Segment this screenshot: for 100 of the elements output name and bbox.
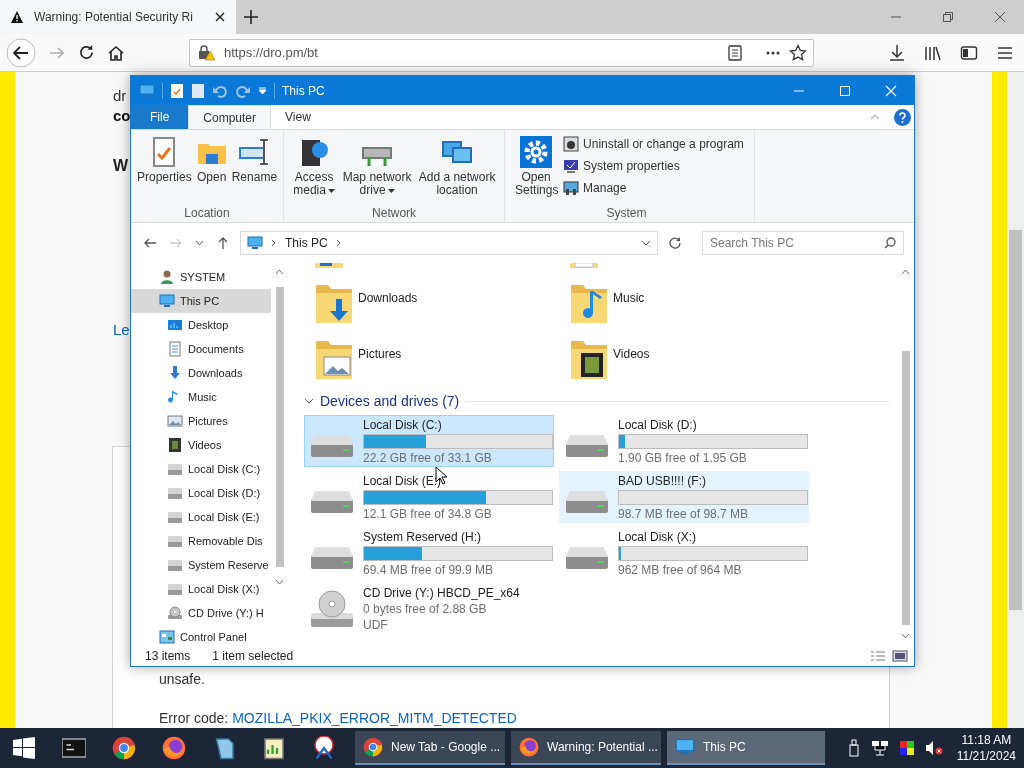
chevron-icon	[271, 239, 277, 247]
settings-icon	[520, 136, 553, 168]
large-icons-view-icon[interactable]	[892, 649, 908, 662]
folder-item[interactable]: Music	[559, 281, 814, 331]
color-display-icon[interactable]	[898, 740, 915, 756]
nav-item[interactable]: Local Disk (E:)	[131, 505, 271, 529]
ribbon-tab[interactable]: View	[271, 105, 325, 129]
sidebar-icon[interactable]	[960, 43, 978, 62]
restore-icon[interactable]	[942, 11, 954, 23]
document-icon	[167, 341, 183, 357]
muted-speaker-icon[interactable]	[924, 740, 943, 756]
ribbon-link-button[interactable]: Uninstall or change a program	[563, 136, 744, 152]
ribbon-button[interactable]: Rename	[229, 134, 280, 186]
properties-icon[interactable]	[170, 82, 184, 99]
network-icon[interactable]	[870, 740, 889, 756]
nav-item[interactable]: Removable Dis	[131, 529, 271, 553]
download-icon[interactable]	[888, 43, 906, 62]
page-text: dr	[113, 86, 127, 106]
nav-item[interactable]: Local Disk (D:)	[131, 481, 271, 505]
ribbon-button[interactable]: Add a network location	[414, 134, 501, 199]
nav-item[interactable]: Videos	[131, 433, 271, 457]
drive-tile[interactable]: BAD USB!!!! (F:) 98.7 MB free of 98.7 MB	[559, 471, 809, 523]
scrollbar-thumb[interactable]	[275, 287, 284, 567]
close-tab-icon[interactable]	[214, 11, 226, 23]
taskbar-app-button[interactable]: New Tab - Google ...	[355, 731, 505, 765]
ribbon-button[interactable]: Properties	[135, 134, 194, 186]
taskbar-app-button[interactable]: Warning: Potential ...	[511, 731, 661, 765]
breadcrumb[interactable]: This PC	[285, 236, 328, 250]
nav-item[interactable]: SYSTEM	[131, 265, 271, 289]
ribbon-button[interactable]: Open	[193, 134, 230, 186]
page-link[interactable]: Le	[113, 320, 130, 340]
dropdown-caret-icon[interactable]	[641, 240, 651, 246]
ribbon-link-button[interactable]: System properties	[563, 158, 744, 174]
ribbon-group-label: Network	[372, 206, 417, 220]
scroll-down-icon[interactable]	[275, 579, 284, 585]
bookmark-star-icon[interactable]	[789, 43, 807, 62]
scroll-up-icon[interactable]	[275, 269, 284, 275]
file-tab[interactable]: File	[131, 105, 189, 129]
nav-item[interactable]: Documents	[131, 337, 271, 361]
back-icon[interactable]	[143, 236, 157, 250]
folder-item[interactable]: Pictures	[304, 337, 559, 387]
nav-item[interactable]: CD Drive (Y:) H	[131, 601, 271, 625]
nav-item[interactable]: Downloads	[131, 361, 271, 385]
ribbon-button[interactable]: Open Settings	[509, 134, 560, 199]
nav-item[interactable]: System Reserve	[131, 553, 271, 577]
refresh-icon[interactable]	[668, 236, 682, 250]
ribbon-link-button[interactable]: Manage	[563, 180, 744, 196]
folder-edge-icon	[314, 263, 344, 271]
ribbon-button[interactable]: Access media	[288, 134, 341, 199]
nav-item[interactable]: Pictures	[131, 409, 271, 433]
page-text: co	[113, 106, 131, 126]
url-text: https://dro.pm/bt	[224, 45, 319, 60]
maximize-icon[interactable]	[839, 84, 851, 97]
computer-icon	[159, 293, 175, 309]
reload-icon[interactable]	[78, 44, 95, 61]
address-bar[interactable]: This PC	[240, 231, 658, 255]
scrollbar-thumb[interactable]	[901, 351, 910, 625]
ribbon-tab[interactable]: Computer	[188, 105, 272, 129]
folder-item[interactable]: Downloads	[304, 281, 559, 331]
taskbar-app-button[interactable]: This PC	[667, 731, 825, 765]
drive-tile[interactable]: CD Drive (Y:) HBCD_PE_x64 0 bytes free of 2.88 GB UDF	[304, 583, 554, 635]
drive-tile[interactable]: Local Disk (D:) 1.90 GB free of 1.95 GB	[559, 415, 809, 467]
address-field[interactable]: https://dro.pm/bt	[189, 38, 814, 67]
page-scrollbar[interactable]	[1007, 72, 1024, 728]
nav-item[interactable]: Music	[131, 385, 271, 409]
drive-icon	[167, 557, 183, 573]
drive-tile[interactable]: System Reserved (H:) 69.4 MB free of 99.9 MB	[304, 527, 554, 579]
search-field[interactable]: Search This PC	[702, 231, 904, 255]
ribbon-group-label: Location	[184, 206, 230, 220]
new-folder-icon[interactable]	[191, 82, 205, 99]
scroll-up-icon[interactable]	[901, 269, 910, 275]
customize-caret-icon[interactable]	[258, 86, 267, 95]
scrollbar-thumb[interactable]	[1009, 230, 1022, 610]
drive-tile[interactable]: Local Disk (X:) 962 MB free of 964 MB	[559, 527, 809, 579]
usb-icon[interactable]	[846, 739, 861, 757]
clock[interactable]: 11:18 AM 11/21/2024	[956, 732, 1016, 764]
section-header[interactable]: Devices and drives (7)	[304, 393, 897, 409]
home-icon[interactable]	[107, 43, 125, 62]
drive-tile[interactable]: Local Disk (C:) 22.2 GB free of 33.1 GB	[304, 415, 554, 467]
drive-icon	[167, 461, 183, 477]
reader-view-icon[interactable]	[727, 44, 743, 61]
help-icon[interactable]	[894, 108, 911, 126]
recent-caret-icon[interactable]	[195, 240, 204, 246]
ribbon-button[interactable]: Map network drive	[340, 134, 415, 199]
nav-item[interactable]: Local Disk (C:)	[131, 457, 271, 481]
scroll-down-icon[interactable]	[901, 633, 910, 639]
nav-item[interactable]: This PC	[131, 289, 271, 313]
new-tab-icon[interactable]	[244, 10, 258, 24]
drive-icon	[167, 533, 183, 549]
browser-tab[interactable]: Warning: Potential Security Ri	[0, 0, 236, 34]
nav-item[interactable]: Control Panel	[131, 625, 271, 645]
folder-item[interactable]: Videos	[559, 337, 814, 387]
nav-item[interactable]: Local Disk (X:)	[131, 577, 271, 601]
back-icon[interactable]	[6, 37, 36, 68]
error-code-link[interactable]: MOZILLA_PKIX_ERROR_MITM_DETECTED	[232, 710, 517, 726]
nav-item[interactable]: Desktop	[131, 313, 271, 337]
up-icon[interactable]	[216, 236, 230, 250]
close-icon[interactable]	[994, 11, 1006, 23]
start-icon[interactable]	[13, 737, 35, 759]
ribbon-group-label: System	[606, 206, 647, 220]
